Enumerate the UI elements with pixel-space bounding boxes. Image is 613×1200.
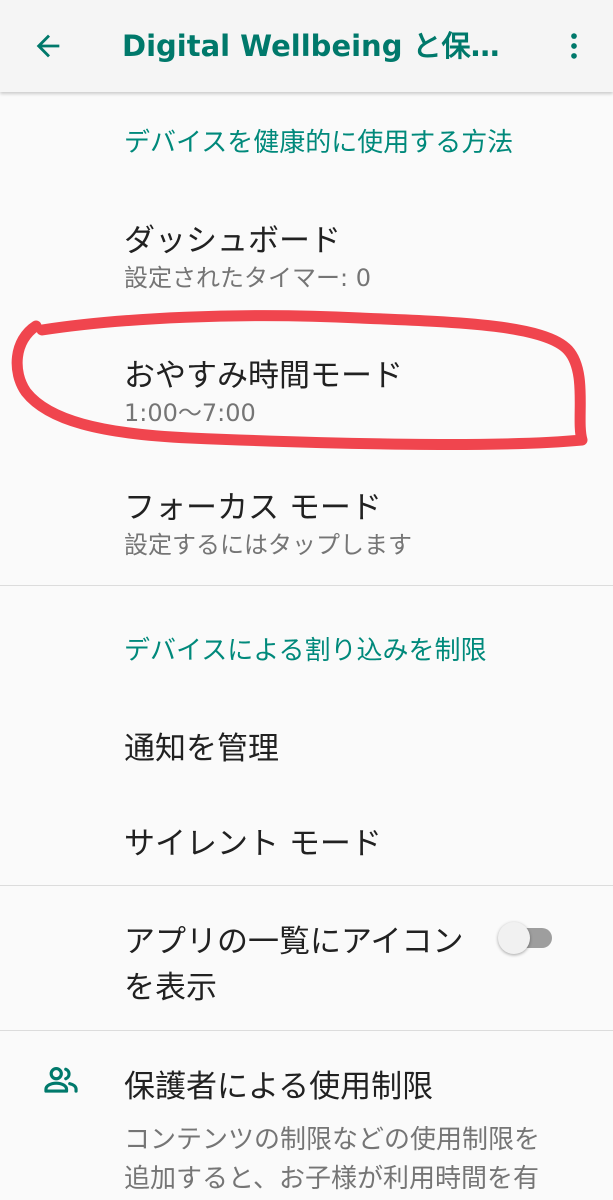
show-app-icon-toggle[interactable] xyxy=(498,922,554,954)
dashboard-title: ダッシュボード xyxy=(124,223,341,259)
app-bar: Digital Wellbeing と保護… xyxy=(0,0,613,92)
show-app-icon-title-line2: を表示 xyxy=(124,970,217,1006)
focus-mode-item[interactable]: フォーカス モード 設定するにはタップします xyxy=(0,465,613,583)
back-button[interactable] xyxy=(26,24,70,68)
parental-controls-desc-line2: 追加すると、お子様が利用時間を有 xyxy=(124,1164,539,1194)
section-header-limit-interruptions: デバイスによる割り込みを制限 xyxy=(124,636,487,666)
page-title: Digital Wellbeing と保護… xyxy=(122,29,522,63)
bedtime-mode-item[interactable]: おやすみ時間モード 1:00〜7:00 xyxy=(0,330,613,450)
dashboard-subtitle: 設定されたタイマー: 0 xyxy=(124,264,371,292)
more-vert-icon xyxy=(571,33,577,59)
show-app-icon-title-line1: アプリの一覧にアイコン xyxy=(124,924,464,960)
parental-controls-title: 保護者による使用制限 xyxy=(124,1069,434,1105)
parental-controls-desc-line1: コンテンツの制限などの使用制限を xyxy=(124,1125,541,1155)
manage-notifications-title: 通知を管理 xyxy=(124,731,279,767)
more-options-button[interactable] xyxy=(552,24,596,68)
focus-mode-title: フォーカス モード xyxy=(124,490,382,526)
bedtime-mode-subtitle: 1:00〜7:00 xyxy=(124,399,256,427)
toggle-thumb xyxy=(498,922,530,954)
dashboard-item[interactable]: ダッシュボード 設定されたタイマー: 0 xyxy=(0,195,613,315)
do-not-disturb-item[interactable]: サイレント モード xyxy=(0,790,613,885)
parental-controls-item[interactable]: 保護者による使用制限 コンテンツの制限などの使用制限を 追加すると、お子様が利用… xyxy=(0,1031,613,1200)
divider xyxy=(0,585,613,586)
do-not-disturb-title: サイレント モード xyxy=(124,826,382,862)
arrow-back-icon xyxy=(36,34,60,58)
focus-mode-subtitle: 設定するにはタップします xyxy=(124,531,412,559)
section-header-healthy-use: デバイスを健康的に使用する方法 xyxy=(124,128,514,158)
manage-notifications-item[interactable]: 通知を管理 xyxy=(0,695,613,790)
people-icon xyxy=(44,1067,78,1093)
show-app-icon-item[interactable]: アプリの一覧にアイコン を表示 xyxy=(0,886,613,1030)
bedtime-mode-title: おやすみ時間モード xyxy=(124,358,403,394)
